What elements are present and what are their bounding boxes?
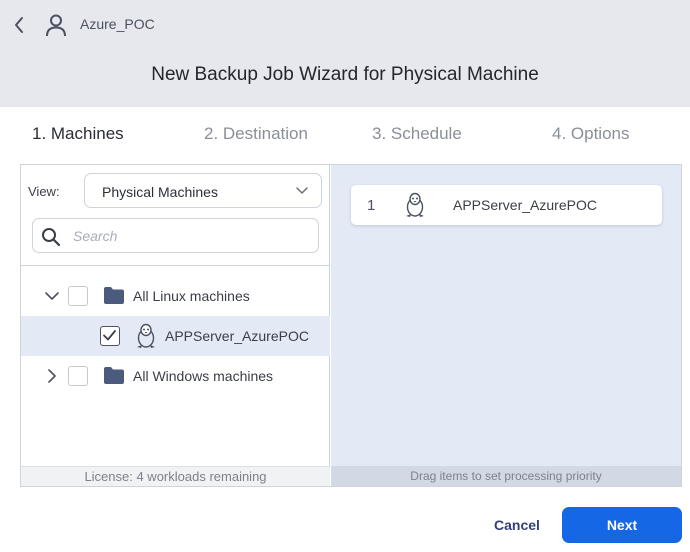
view-select[interactable]: Physical Machines	[84, 173, 322, 208]
view-select-value: Physical Machines	[102, 184, 218, 200]
search-icon	[42, 228, 61, 247]
tree-divider	[21, 265, 330, 266]
checkbox[interactable]	[68, 366, 88, 386]
step-schedule[interactable]: 3. Schedule	[372, 124, 462, 144]
linux-icon	[137, 323, 155, 348]
priority-hint: Drag items to set processing priority	[331, 466, 681, 486]
chevron-right-icon[interactable]	[44, 368, 60, 384]
view-label: View:	[28, 184, 60, 199]
checkbox-checked[interactable]	[100, 326, 120, 346]
chevron-left-icon	[15, 17, 23, 33]
tree-row-linux[interactable]: All Linux machines	[21, 276, 330, 316]
tree-item-label: All Windows machines	[133, 368, 274, 384]
tree-row-windows[interactable]: All Windows machines	[21, 356, 330, 396]
tree-item-label: APPServer_AzurePOC	[165, 328, 309, 344]
next-button[interactable]: Next	[562, 507, 682, 543]
tree-row-appserver[interactable]: APPServer_AzurePOC	[21, 316, 330, 356]
queue-index: 1	[367, 197, 376, 214]
folder-icon	[104, 287, 124, 304]
wizard-title: New Backup Job Wizard for Physical Machi…	[151, 64, 539, 85]
checkmark-icon	[103, 330, 116, 341]
back-button[interactable]	[8, 12, 30, 38]
wizard-steps: 1. Machines 2. Destination 3. Schedule 4…	[0, 124, 690, 150]
checkbox[interactable]	[68, 286, 88, 306]
machines-panel: View: Physical Machines All Linux m	[20, 164, 682, 487]
chevron-down-icon	[296, 187, 308, 194]
queue-item[interactable]: 1 APPServer_AzurePOC	[351, 185, 662, 225]
account-name: Azure_POC	[80, 16, 155, 32]
selected-machines: 1 APPServer_AzurePOC Drag items to set p…	[331, 165, 681, 486]
folder-icon	[104, 367, 124, 384]
license-status: License: 4 workloads remaining	[21, 466, 330, 486]
tree-item-label: All Linux machines	[133, 288, 250, 304]
step-destination[interactable]: 2. Destination	[204, 124, 308, 144]
machine-browser: View: Physical Machines All Linux m	[21, 165, 330, 486]
search-box[interactable]	[32, 218, 319, 253]
linux-icon	[406, 192, 424, 217]
queue-item-label: APPServer_AzurePOC	[453, 197, 597, 213]
search-input[interactable]	[73, 225, 313, 247]
step-machines[interactable]: 1. Machines	[32, 124, 124, 144]
wizard-header: Azure_POC New Backup Job Wizard for Phys…	[0, 0, 690, 107]
user-icon	[46, 14, 66, 37]
cancel-button[interactable]: Cancel	[478, 508, 556, 542]
chevron-down-icon[interactable]	[44, 288, 60, 304]
step-options[interactable]: 4. Options	[552, 124, 630, 144]
